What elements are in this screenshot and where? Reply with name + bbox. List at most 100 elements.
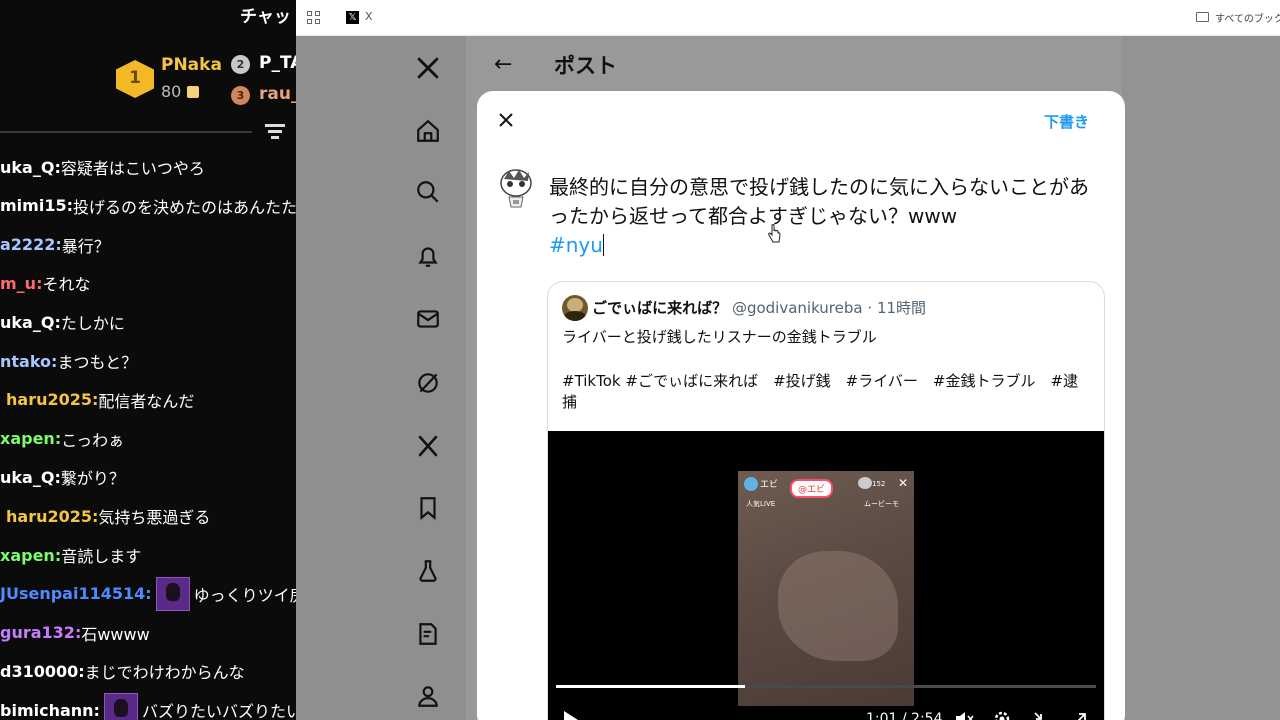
chat-message: a2222: 暴行？	[0, 230, 110, 260]
chat-message-text: 暴行？	[61, 236, 110, 256]
user-avatar[interactable]	[497, 167, 535, 209]
quoted-handle[interactable]: @godivanikureba	[732, 299, 863, 317]
chat-message-text: 音読します	[61, 547, 142, 566]
articles-icon[interactable]	[414, 620, 442, 648]
all-bookmarks-label[interactable]: すべてのブックマ	[1215, 10, 1280, 25]
quoted-timestamp[interactable]: 11時間	[877, 299, 926, 317]
chat-message-text: まじでわけわからんな	[84, 663, 245, 683]
video-overlay-sub2: ムービーモ	[864, 500, 899, 508]
chat-message-text: 投げるのを決めたのはあんたた	[72, 197, 296, 217]
chat-message: gura132: 石wwww	[0, 618, 150, 648]
quoted-hashtags[interactable]: #TikTok #ごでぃばに来れば #投げ銭 #ライバー #金銭トラブル #逮捕	[562, 371, 1092, 413]
video-overlay-count: 152	[872, 480, 886, 488]
rank-3-name[interactable]: rau_	[259, 84, 296, 104]
chat-message: ntako: まつもと？	[0, 346, 137, 376]
notifications-icon[interactable]	[414, 242, 442, 270]
chat-username[interactable]: gura132	[0, 623, 75, 642]
x-logo-icon[interactable]	[414, 54, 442, 82]
chat-message-text: たしかに	[60, 314, 125, 334]
chat-message: uka_Q: 繋がり？	[0, 462, 125, 492]
video-frame: エビ @エビ 152 ✕ 人気LIVE ムービーモ	[738, 471, 914, 706]
rank-2-name[interactable]: P_TA	[259, 53, 296, 73]
chat-message-text: それな	[42, 275, 91, 295]
quoted-header: ごでぃばに来れば？ @godivanikureba · 11時間	[592, 297, 926, 318]
hand-cursor-icon	[767, 224, 781, 244]
search-icon[interactable]	[414, 178, 442, 206]
video-progress-bar[interactable]	[556, 685, 1096, 688]
x-bookmark-icon[interactable]: 𝕏	[346, 11, 359, 24]
chat-message-text: まつもと？	[57, 353, 138, 372]
quoted-display-name[interactable]: ごでぃばに来れば？	[592, 299, 727, 317]
settings-icon[interactable]	[992, 710, 1012, 720]
rank-2-medal-icon: 2	[231, 55, 250, 74]
compose-modal: 下書き 最終的に自分の意思で投げ銭したのに気に入らないことがあったから返せって都…	[477, 91, 1125, 720]
chat-username[interactable]: haru2025	[6, 390, 92, 409]
chat-message: haru2025: 気持ち悪過ぎる	[6, 501, 210, 531]
chat-message-text: 気持ち悪過ぎる	[98, 508, 211, 528]
mute-icon[interactable]	[954, 710, 974, 720]
chat-message-text: 繋がり？	[60, 469, 125, 489]
quoted-avatar[interactable]	[562, 295, 588, 321]
compose-textarea[interactable]: 最終的に自分の意思で投げ銭したのに気に入らないことがあったから返せって都合よすぎ…	[549, 173, 1097, 231]
chat-username[interactable]: m_u	[0, 274, 36, 293]
chat-message: haru2025: 配信者なんだ	[6, 385, 194, 415]
chat-username[interactable]: xapen	[0, 429, 55, 448]
premium-x-icon[interactable]	[414, 432, 442, 460]
quoted-post[interactable]: ごでぃばに来れば？ @godivanikureba · 11時間 ライバーと投げ…	[547, 281, 1105, 720]
rank-1-name[interactable]: PNaka	[161, 55, 222, 75]
text-caret	[602, 234, 604, 256]
chat-message: xapen: こっわぁ	[0, 424, 124, 454]
viewer-avatars-icon	[858, 477, 872, 489]
chat-username[interactable]: mimi15	[0, 196, 67, 215]
chat-message: JUsenpai114514: ゆっくりツイ房	[0, 576, 296, 611]
grok-icon[interactable]	[414, 369, 442, 397]
page-title: ポスト	[554, 54, 617, 78]
bookmarks-bar: 𝕏 X すべてのブックマ	[296, 0, 1280, 36]
fullscreen-icon[interactable]	[1070, 710, 1090, 720]
back-arrow-icon[interactable]: ←	[494, 52, 512, 77]
live-badge-icon	[744, 477, 758, 491]
pip-icon[interactable]	[1032, 710, 1052, 720]
chat-message-text: 石wwww	[81, 624, 150, 644]
divider	[0, 131, 252, 133]
profile-icon[interactable]	[414, 682, 442, 710]
chat-message: uka_Q: 容疑者はこいつやろ	[0, 152, 205, 182]
bookmarks-icon[interactable]	[414, 494, 442, 522]
chat-panel: チャッ 1 PNaka 80 2 P_TA 3 rau_ uka_Q: 容疑者は…	[0, 0, 296, 720]
chat-username[interactable]: xapen	[0, 546, 55, 565]
video-overlay-close-icon: ✕	[898, 476, 909, 490]
home-icon[interactable]	[414, 117, 442, 145]
gift-icon	[187, 86, 200, 98]
chat-username[interactable]: d310000	[0, 662, 78, 681]
chat-username[interactable]: uka_Q	[0, 468, 54, 487]
drafts-button[interactable]: 下書き	[1044, 111, 1089, 132]
rank-1-points: 80	[161, 82, 200, 101]
chat-message: bimichann: バズりたいバズりたい	[0, 693, 296, 720]
jobs-icon[interactable]	[414, 557, 442, 585]
filter-icon[interactable]	[265, 124, 285, 140]
quoted-text: ライバーと投げ銭したリスナーの金銭トラブル	[562, 328, 877, 346]
emote-avatar-icon	[103, 693, 138, 720]
chat-message: d310000: まじでわけわからんな	[0, 656, 245, 686]
chat-username[interactable]: haru2025	[6, 507, 92, 526]
apps-icon[interactable]	[307, 11, 320, 24]
chat-username[interactable]: a2222	[0, 235, 55, 254]
chat-username[interactable]: ntako	[0, 352, 51, 371]
chat-message: m_u: それな	[0, 268, 90, 298]
chat-username[interactable]: uka_Q	[0, 313, 54, 332]
compose-hashtag[interactable]: #nyu	[549, 231, 604, 260]
chat-message: uka_Q: たしかに	[0, 307, 125, 337]
folder-icon[interactable]	[1196, 12, 1209, 22]
messages-icon[interactable]	[414, 305, 442, 333]
chat-username[interactable]: JUsenpai114514	[0, 584, 145, 603]
x-bookmark-label[interactable]: X	[365, 10, 373, 23]
close-icon[interactable]	[495, 109, 517, 131]
chat-username[interactable]: uka_Q	[0, 158, 54, 177]
chat-username[interactable]: bimichann	[0, 701, 94, 720]
play-icon[interactable]	[564, 711, 578, 720]
video-time: 1:01 / 2:54	[866, 711, 943, 720]
chat-message-text: こっわぁ	[61, 430, 125, 450]
video-player[interactable]: エビ @エビ 152 ✕ 人気LIVE ムービーモ 1:01 / 2:54	[548, 431, 1104, 720]
video-overlay-sub1: 人気LIVE	[746, 500, 776, 508]
separator-dot: ·	[867, 299, 873, 317]
